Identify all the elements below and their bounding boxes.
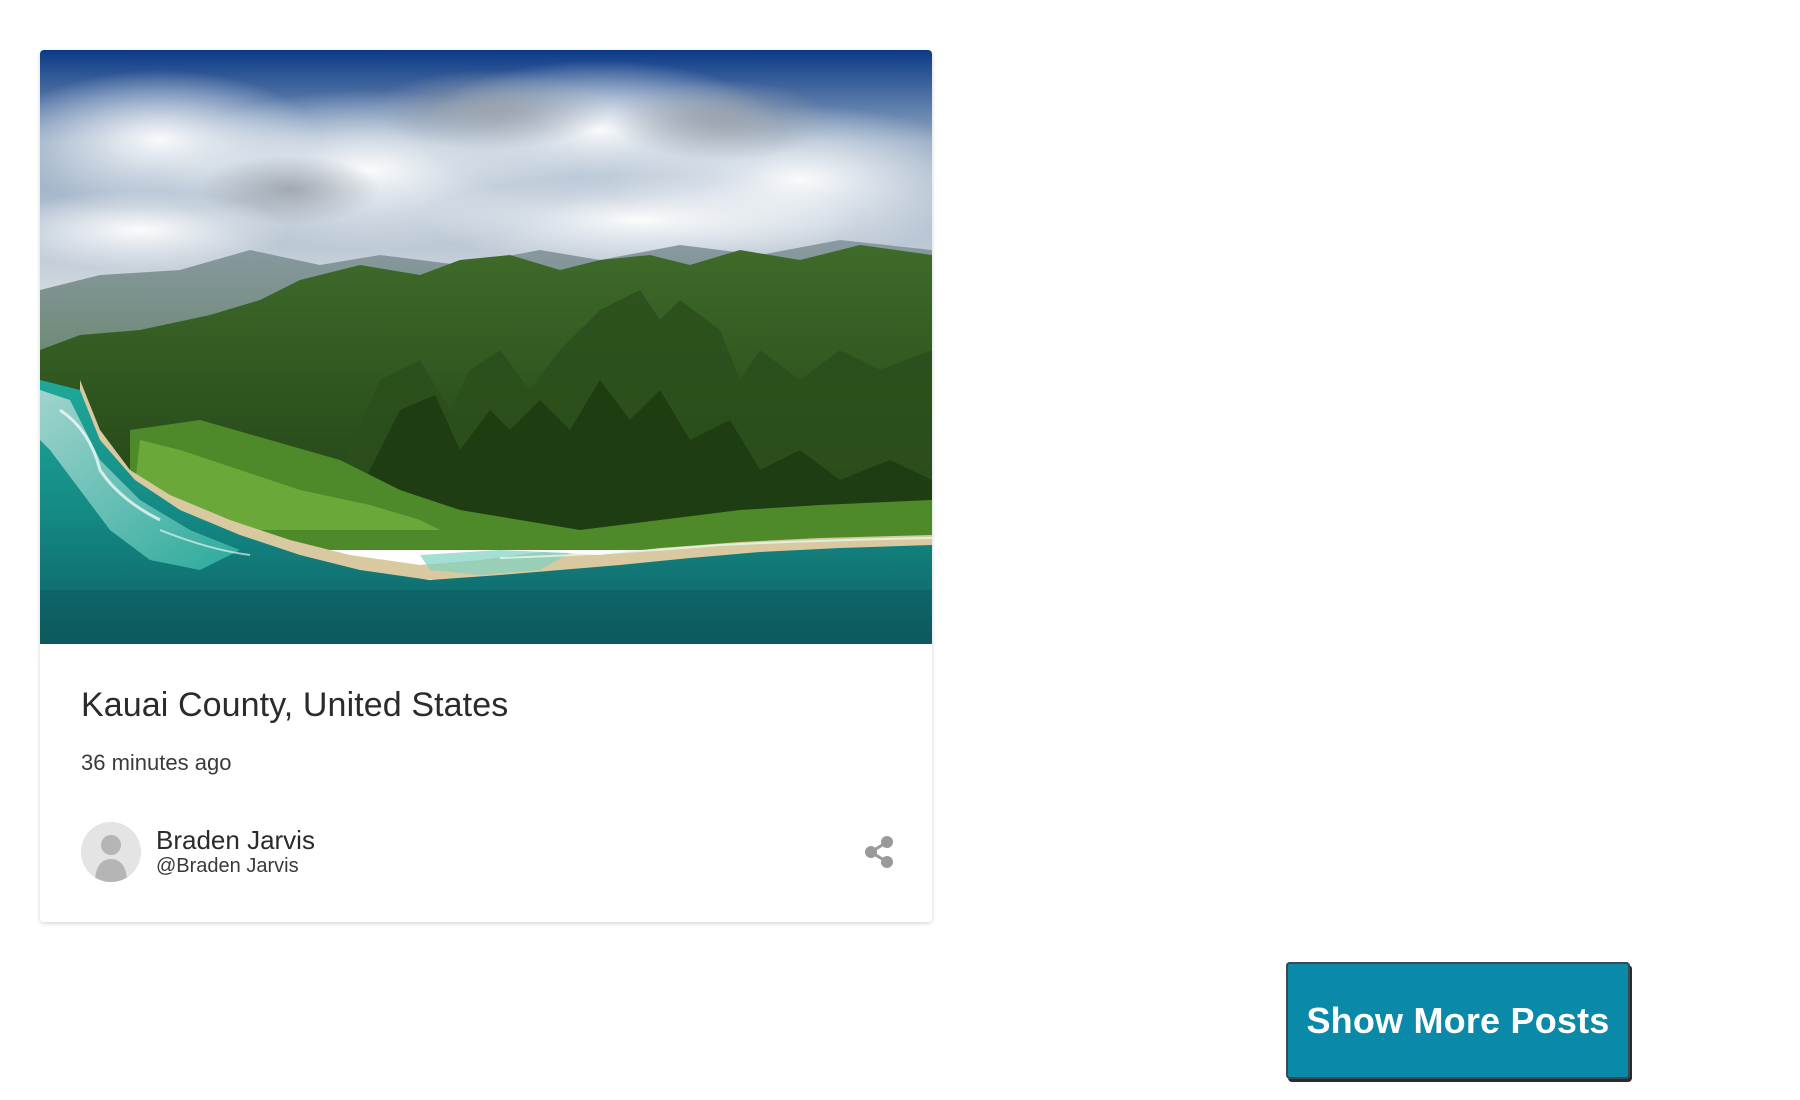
author-handle[interactable]: @Braden Jarvis: [156, 855, 315, 878]
user-silhouette-icon[interactable]: [81, 822, 141, 882]
show-more-posts-button[interactable]: Show More Posts: [1286, 962, 1630, 1079]
page: Kauai County, United States 36 minutes a…: [0, 0, 1800, 1100]
post-card[interactable]: Kauai County, United States 36 minutes a…: [40, 50, 932, 922]
author-name[interactable]: Braden Jarvis: [156, 825, 315, 856]
author-info: Braden Jarvis @Braden Jarvis: [156, 825, 315, 879]
post-timestamp: 36 minutes ago: [81, 750, 232, 775]
post-title[interactable]: Kauai County, United States: [81, 686, 508, 725]
post-image[interactable]: [40, 50, 932, 644]
share-icon[interactable]: [862, 834, 896, 870]
post-author[interactable]: Braden Jarvis @Braden Jarvis: [81, 822, 315, 882]
